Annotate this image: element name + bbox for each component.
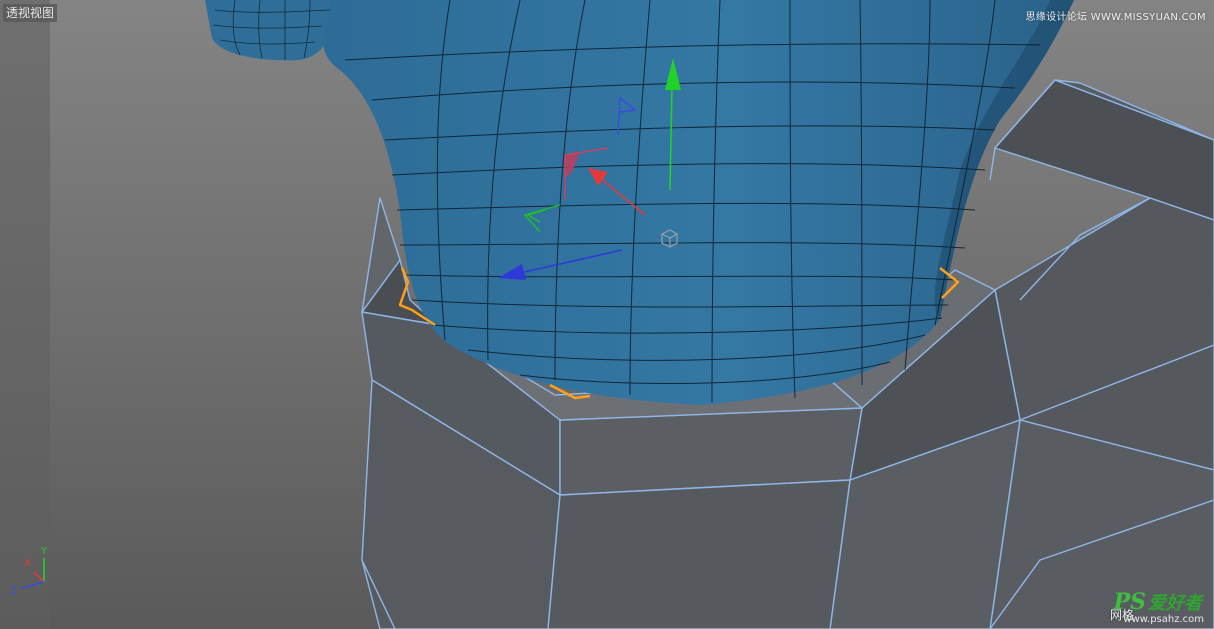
ps-logo-text: PS bbox=[1113, 589, 1146, 615]
3d-viewport[interactable]: 透视视图 思缘设计论坛 WWW.MISSYUAN.COM Y X Z 网格 PS… bbox=[0, 0, 1214, 629]
axis-x-label: X bbox=[24, 558, 31, 569]
view-label[interactable]: 透视视图 bbox=[3, 4, 58, 22]
cube-center-lower bbox=[547, 479, 851, 629]
watermark-url: www.psahz.com bbox=[1123, 614, 1204, 625]
ps-logo-cn: 爱好者 bbox=[1148, 593, 1202, 614]
left-shade bbox=[0, 0, 50, 629]
scene-canvas[interactable] bbox=[0, 0, 1214, 629]
watermark-ps-logo: PS 爱好者 bbox=[1114, 589, 1202, 615]
axis-y-label: Y bbox=[41, 546, 48, 557]
axis-z-label: Z bbox=[10, 586, 17, 597]
world-axis-indicator: Y X Z bbox=[6, 546, 56, 602]
watermark-top-right: 思缘设计论坛 WWW.MISSYUAN.COM bbox=[1025, 12, 1206, 23]
